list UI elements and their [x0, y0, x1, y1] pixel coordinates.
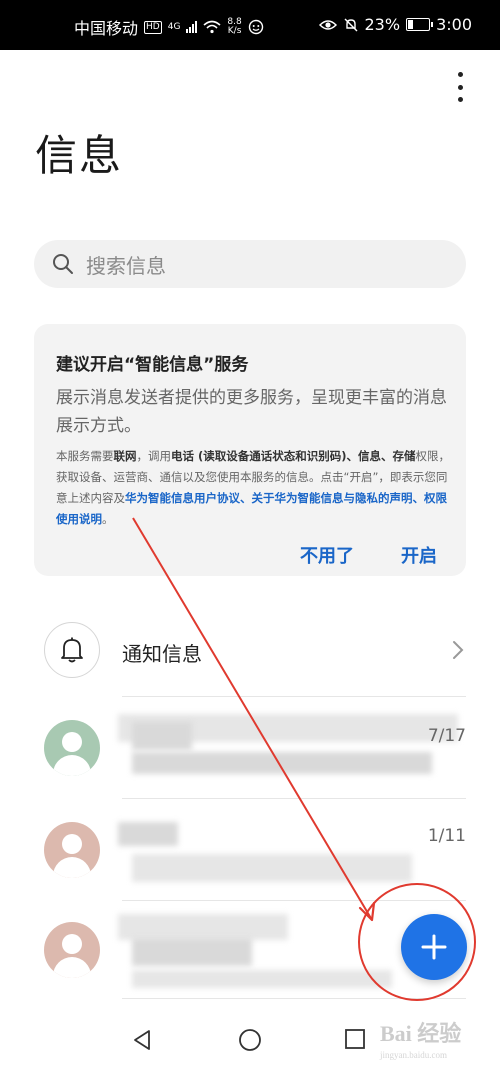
home-icon[interactable] — [237, 1028, 263, 1054]
watermark-text: Bai 经验 — [380, 1021, 462, 1046]
card-title: 建议开启“智能信息”服务 — [56, 355, 249, 375]
network-speed: 8.8 K/s — [227, 18, 241, 36]
divider — [122, 998, 466, 999]
avatar — [44, 720, 100, 776]
battery-icon — [406, 18, 434, 31]
clock: 3:00 — [436, 15, 472, 34]
status-bar: 中国移动 HD 4G 8.8 K/s 23% 3:00 — [0, 0, 500, 50]
carrier-name: 中国移动 — [74, 19, 139, 38]
divider — [122, 798, 466, 799]
legal-part: 。 — [102, 512, 114, 526]
redacted-name — [118, 914, 288, 940]
chevron-right-icon — [453, 641, 464, 659]
search-placeholder: 搜索信息 — [86, 253, 166, 278]
conversation-date: 7/17 — [427, 726, 466, 746]
hd-icon: HD — [144, 20, 162, 34]
conversation-item[interactable]: 1/11 — [0, 800, 500, 900]
legal-part: ，调用 — [136, 449, 172, 463]
face-icon — [248, 19, 263, 35]
mute-bell-icon — [344, 18, 357, 31]
notification-label: 通知信息 — [122, 642, 202, 666]
notification-messages-row[interactable]: 通知信息 — [0, 618, 500, 684]
search-icon — [53, 254, 73, 274]
network-label: 4G — [167, 21, 181, 32]
legal-bold: 联网 — [113, 449, 137, 463]
status-right: 23% 3:00 — [318, 15, 472, 34]
redacted-name — [118, 822, 178, 846]
decline-button[interactable]: 不用了 — [300, 542, 354, 568]
wifi-icon — [203, 20, 221, 34]
conversation-item[interactable]: 7/17 — [0, 698, 500, 798]
redacted-preview — [132, 854, 412, 882]
page-title: 信息 — [35, 131, 124, 180]
redacted-name — [132, 938, 252, 966]
avatar — [44, 822, 100, 878]
new-message-button[interactable] — [401, 914, 467, 980]
avatar — [44, 922, 100, 978]
bell-avatar — [44, 622, 100, 678]
smart-info-card: 建议开启“智能信息”服务 展示消息发送者提供的更多服务，呈现更丰富的消息展示方式… — [34, 324, 466, 576]
back-icon[interactable] — [131, 1028, 155, 1052]
redacted-preview — [132, 752, 432, 774]
more-options-icon[interactable] — [450, 72, 470, 102]
conversation-date: 1/11 — [427, 826, 466, 846]
search-input[interactable]: 搜索信息 — [34, 240, 466, 288]
network-type: 4G — [167, 21, 181, 32]
recents-icon[interactable] — [343, 1028, 367, 1052]
redacted-preview — [132, 970, 392, 988]
signal-icon — [186, 21, 198, 33]
redacted-name — [132, 722, 192, 750]
card-description: 展示消息发送者提供的更多服务，呈现更丰富的消息展示方式。 — [56, 388, 447, 436]
divider — [122, 900, 466, 901]
plus-icon — [421, 934, 447, 960]
battery-percent: 23% — [364, 15, 401, 34]
eye-icon — [318, 19, 337, 30]
watermark-logo: Bai 经验 jingyan.baidu.com — [380, 1016, 490, 1062]
status-left: 中国移动 HD 4G 8.8 K/s — [74, 15, 264, 39]
legal-part: 本服务需要 — [56, 449, 114, 463]
bell-icon — [61, 637, 83, 663]
speed-unit: K/s — [227, 26, 242, 36]
legal-bold: 电话 (读取设备通话状态和识别码)、信息、存储 — [171, 449, 416, 463]
watermark-url: jingyan.baidu.com — [380, 1050, 447, 1060]
divider — [122, 696, 466, 697]
enable-button[interactable]: 开启 — [401, 542, 437, 568]
card-legal-text: 本服务需要联网，调用电话 (读取设备通话状态和识别码)、信息、存储权限，获取设备… — [56, 446, 454, 530]
